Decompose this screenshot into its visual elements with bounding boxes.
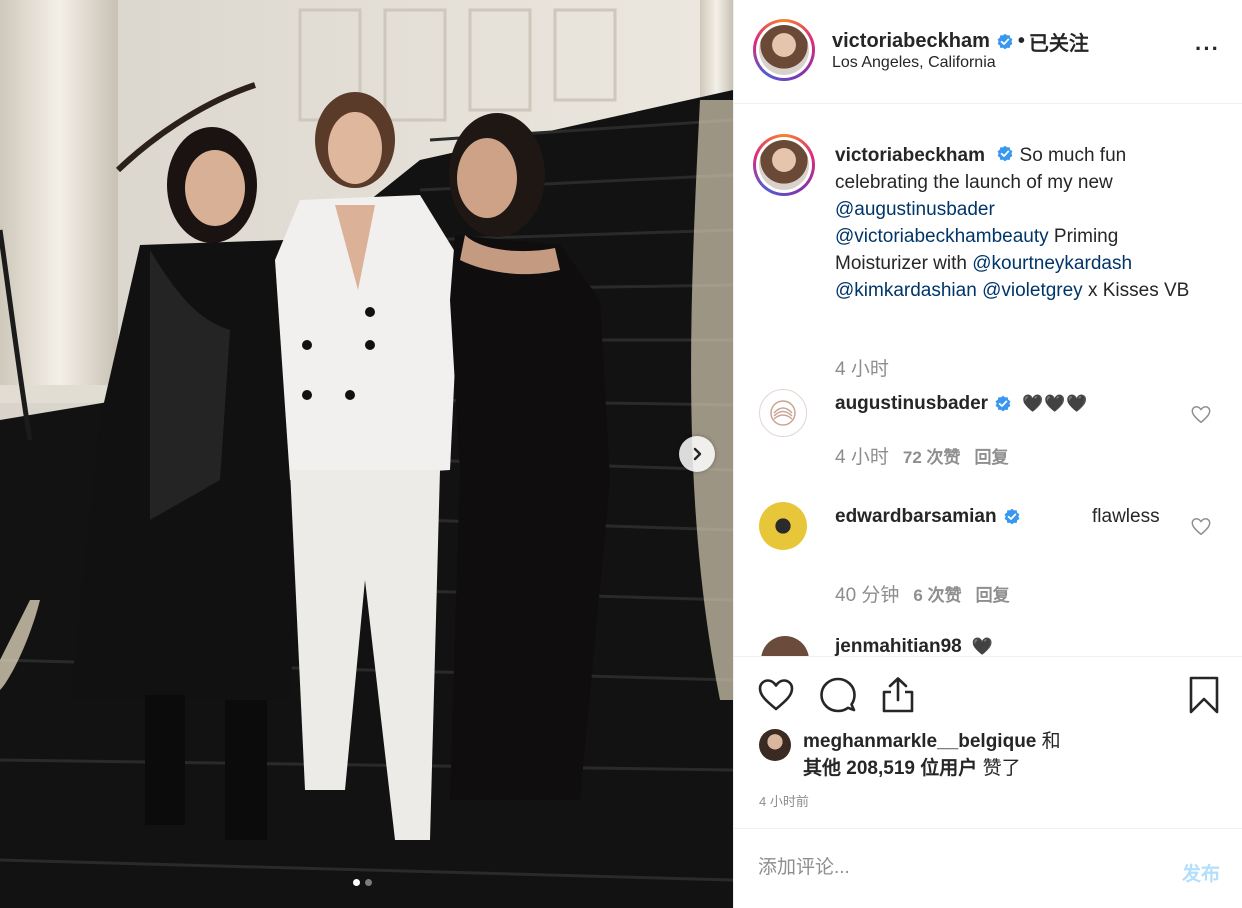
likes-count: 208,519	[846, 758, 915, 779]
comment-reply-button[interactable]: 回复	[975, 443, 1009, 468]
comment-meta: 40 分钟 6 次赞 回复	[835, 580, 1010, 607]
comment-username[interactable]: edwardbarsamian	[835, 506, 1021, 528]
comment-text: flawless	[1092, 506, 1160, 527]
comment-avatar[interactable]	[761, 636, 809, 656]
follow-separator: •	[1017, 30, 1025, 52]
comment-avatar[interactable]	[759, 502, 807, 550]
author-row: victoriabeckham • 已关注	[832, 27, 1089, 56]
comment-input[interactable]	[758, 857, 1138, 879]
following-button[interactable]: 已关注	[1029, 27, 1089, 56]
likes-and: 和	[1041, 731, 1061, 752]
carousel-next-button[interactable]	[679, 436, 715, 472]
liker-username[interactable]: meghanmarkle__belgique	[803, 731, 1036, 752]
carousel-dot-1	[353, 879, 360, 886]
post-actions: meghanmarkle__belgique 和 其他 208,519 位用户 …	[734, 656, 1242, 828]
comment-text: 🖤	[971, 637, 994, 656]
post-side-panel: victoriabeckham • 已关注 Los Angeles, Calif…	[733, 0, 1242, 908]
comment-meta: 4 小时 72 次赞 回复	[835, 442, 1009, 469]
carousel-indicator	[353, 879, 372, 886]
post-header: victoriabeckham • 已关注 Los Angeles, Calif…	[734, 0, 1242, 104]
comment-like-heart-icon[interactable]	[1190, 516, 1212, 538]
comment-avatar[interactable]	[759, 389, 807, 437]
comment-reply-button[interactable]: 回复	[976, 581, 1010, 606]
comment-like-heart-icon[interactable]	[1190, 404, 1212, 426]
comment-username[interactable]: jenmahitian98 🖤	[835, 636, 994, 656]
mention-link[interactable]: @kourtneykardash	[972, 253, 1132, 274]
verified-badge-icon	[997, 145, 1013, 162]
likes-others-prefix: 其他	[803, 758, 842, 779]
comment-timestamp[interactable]: 40 分钟	[835, 580, 899, 607]
likes-text: meghanmarkle__belgique 和 其他 208,519 位用户 …	[803, 728, 1203, 782]
likes-liked: 赞了	[982, 758, 1021, 779]
comment-timestamp[interactable]: 4 小时	[835, 442, 889, 469]
instagram-post-view: victoriabeckham • 已关注 Los Angeles, Calif…	[0, 0, 1242, 908]
share-icon[interactable]	[878, 675, 918, 715]
post-caption: victoriabeckham So much fun celebrating …	[835, 142, 1215, 304]
comment-icon[interactable]	[818, 675, 858, 715]
post-comment-button[interactable]: 发布	[1182, 859, 1220, 886]
likes-others-suffix: 位用户	[920, 758, 978, 779]
verified-badge-icon	[997, 33, 1013, 49]
mention-link[interactable]: @augustinusbader	[835, 199, 995, 220]
likes-others[interactable]: 其他 208,519 位用户	[803, 758, 977, 779]
comments-list[interactable]: victoriabeckham So much fun celebrating …	[734, 104, 1242, 656]
mention-link[interactable]: @victoriabeckhambeauty	[835, 226, 1049, 247]
comment-username-text[interactable]: jenmahitian98	[835, 636, 962, 656]
add-comment-bar: 发布	[734, 828, 1242, 908]
caption-timestamp[interactable]: 4 小时	[835, 354, 889, 381]
caption-text: x Kisses VB	[1087, 280, 1190, 301]
heart-icon[interactable]	[756, 675, 796, 715]
post-timestamp[interactable]: 4 小时前	[759, 791, 809, 810]
comment-likes-count[interactable]: 72 次赞	[903, 443, 961, 468]
author-avatar[interactable]	[753, 19, 815, 81]
chevron-right-icon	[693, 447, 702, 461]
carousel-dot-2	[365, 879, 372, 886]
comment-text: 🖤🖤🖤	[1022, 394, 1089, 413]
mention-link[interactable]: @violetgrey	[982, 280, 1083, 301]
comment-likes-count[interactable]: 6 次赞	[913, 581, 961, 606]
liker-avatar[interactable]	[759, 729, 791, 761]
more-options-icon[interactable]: ···	[1195, 36, 1220, 62]
photo-scene	[0, 0, 733, 908]
brand-logo-icon	[770, 400, 796, 426]
verified-badge-icon	[1004, 508, 1019, 525]
author-username[interactable]: victoriabeckham	[832, 30, 990, 53]
comment-username-text[interactable]: augustinusbader	[835, 393, 988, 415]
post-location[interactable]: Los Angeles, California	[832, 54, 996, 72]
bookmark-icon[interactable]	[1184, 675, 1224, 715]
comment-username-text[interactable]: edwardbarsamian	[835, 506, 997, 528]
post-photo[interactable]	[0, 0, 733, 908]
verified-badge-icon	[995, 395, 1011, 412]
caption-username[interactable]: victoriabeckham	[835, 145, 985, 166]
comment-username[interactable]: augustinusbader 🖤🖤🖤	[835, 393, 1089, 415]
mention-link[interactable]: @kimkardashian	[835, 280, 977, 301]
caption-avatar[interactable]	[753, 134, 815, 196]
